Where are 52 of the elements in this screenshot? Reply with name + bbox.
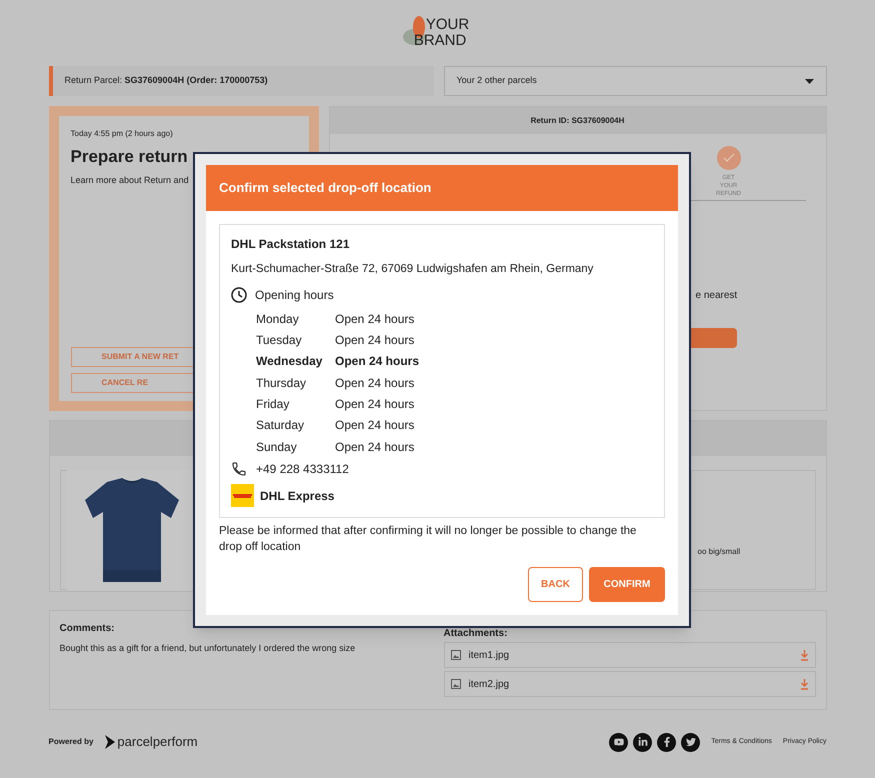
check-icon	[716, 146, 740, 170]
reason-text: oo big/small	[698, 546, 740, 558]
dialog-title: Confirm selected drop-off location	[206, 165, 678, 211]
day-hours: Open 24 hours	[335, 396, 414, 414]
day-hours: Open 24 hours	[335, 353, 420, 370]
caret-icon	[804, 78, 814, 84]
location-address: Kurt-Schumacher-Straße 72, 67069 Ludwigshafen am Rhein, Germany	[231, 262, 594, 277]
phone-icon	[231, 461, 247, 478]
day-hours: Open 24 hours	[335, 310, 414, 328]
youtube-icon[interactable]	[609, 732, 628, 752]
clock-icon	[231, 287, 247, 304]
attachments-title: Attachments:	[444, 628, 508, 639]
day-name: Sunday	[256, 438, 298, 456]
status-title: Prepare return	[70, 146, 189, 168]
day-name: Tuesday	[256, 332, 303, 350]
day-hours: Open 24 hours	[335, 417, 414, 434]
attachment-row[interactable]: item2.jpg	[444, 671, 816, 697]
image-icon	[450, 650, 460, 660]
brand-name: YOUR	[424, 17, 470, 33]
day-name: Monday	[256, 310, 300, 328]
brand-name: BRAND	[414, 33, 468, 49]
day-name: Friday	[256, 396, 290, 414]
dialog-notice: Please be informed that after confirming it will no longer be possible to change the drop off location	[219, 524, 638, 556]
parcel-bar: Return Parcel: SG37609004H (Order: 170000753)	[48, 66, 434, 96]
hint-text: e nearest	[696, 289, 738, 303]
day-name: Thursday	[256, 374, 308, 392]
day-hours: Open 24 hours	[335, 332, 414, 350]
powered-by: Powered by	[48, 736, 94, 748]
phone-number: +49 228 4333112	[256, 461, 349, 478]
status-time: Today 4:55 pm (2 hours ago)	[70, 128, 174, 140]
comments-title: Comments:	[60, 622, 116, 636]
day-name: Saturday	[256, 417, 306, 434]
carrier-name: DHL Express	[260, 488, 334, 505]
attachment-row[interactable]: item1.jpg	[444, 642, 816, 668]
status-text: Learn more about Return and	[70, 174, 190, 186]
day-hours: Open 24 hours	[335, 438, 414, 456]
parcel-dropdown[interactable]: Your 2 other parcels	[444, 66, 826, 96]
day-hours: Open 24 hours	[335, 374, 414, 392]
file-name: item2.jpg	[468, 678, 510, 692]
file-name: item1.jpg	[468, 648, 510, 662]
comment-text: Bought this as a gift for a friend, but unfortunately I ordered the wrong size	[60, 642, 356, 655]
hours-title: Opening hours	[255, 287, 334, 304]
linkedin-icon[interactable]	[633, 732, 652, 752]
location-name: DHL Packstation 121	[231, 236, 350, 253]
image-icon	[450, 679, 460, 689]
twitter-icon[interactable]	[681, 732, 700, 752]
day-name: Wednesday	[256, 353, 324, 370]
return-id: Return ID: SG37609004H	[330, 107, 826, 134]
facebook-icon[interactable]	[657, 732, 676, 752]
carrier-logo-icon	[231, 484, 254, 508]
provider-logo-icon	[105, 735, 116, 749]
provider-name: parcelperform	[117, 733, 198, 752]
